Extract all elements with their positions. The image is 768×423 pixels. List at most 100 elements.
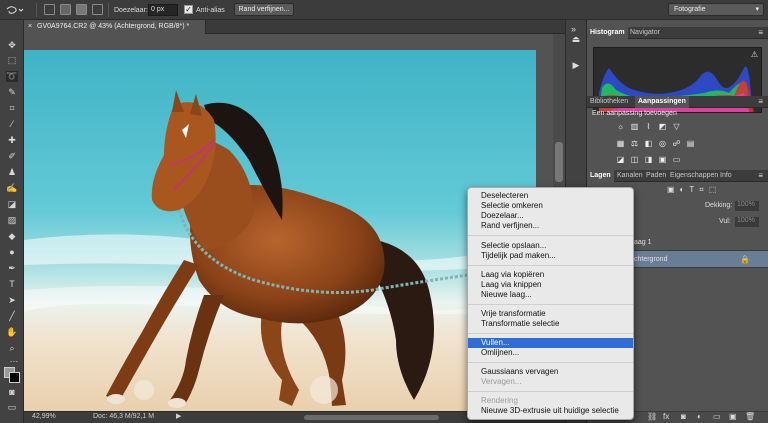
- subtract-from-selection-icon[interactable]: [76, 4, 87, 15]
- quick-mask-icon[interactable]: ◙: [6, 387, 18, 398]
- type-tool-icon[interactable]: T: [6, 279, 18, 290]
- posterize-icon[interactable]: ◫: [629, 155, 640, 165]
- blur-tool-icon[interactable]: ◆: [6, 231, 18, 242]
- menu-item-new-layer[interactable]: Nieuwe laag...: [468, 290, 633, 300]
- tab-layers[interactable]: Lagen: [587, 170, 614, 182]
- collapse-icon[interactable]: »: [571, 24, 576, 34]
- lasso-tool-icon[interactable]: ➰: [6, 71, 18, 82]
- panel-menu-icon[interactable]: ≡: [758, 96, 763, 108]
- menu-item-feather[interactable]: Doezelaar...: [468, 211, 633, 221]
- lasso-tool-preset-icon[interactable]: [5, 3, 25, 17]
- doc-size-readout: Doc: 46,3 M/92,1 M: [93, 413, 155, 420]
- tab-navigator[interactable]: Navigator: [627, 27, 663, 39]
- menu-item-layer-via-cut[interactable]: Laag via knippen: [468, 280, 633, 290]
- tab-histogram[interactable]: Histogram: [587, 27, 628, 39]
- selective-color-icon[interactable]: ▣: [657, 155, 668, 165]
- menu-item-transform-selection[interactable]: Transformatie selectie: [468, 319, 633, 329]
- document-tab[interactable]: × GV0A9764.CR2 @ 43% (Achtergrond, RGB/8…: [24, 20, 206, 34]
- menu-item-deselect[interactable]: Deselecteren: [468, 191, 633, 201]
- menu-item-new-3d-extrusion[interactable]: Nieuwe 3D-extrusie uit huidige selectie: [468, 406, 633, 416]
- tab-channels[interactable]: Kanalen: [614, 170, 646, 182]
- vibrance-icon[interactable]: ▽: [671, 122, 682, 132]
- fill-input[interactable]: 100%: [735, 217, 759, 227]
- menu-separator: [468, 362, 633, 363]
- opacity-label: Dekking:: [705, 202, 733, 209]
- quick-selection-tool-icon[interactable]: ✎: [6, 87, 18, 98]
- refine-edge-button[interactable]: Rand verfijnen...: [234, 3, 294, 16]
- warning-icon[interactable]: ⚠: [751, 50, 758, 59]
- new-group-icon[interactable]: ▭: [713, 412, 721, 421]
- invert-icon[interactable]: ◪: [615, 155, 626, 165]
- tab-properties[interactable]: Eigenschappen: [667, 170, 721, 182]
- zoom-tool-icon[interactable]: ⌕: [6, 343, 18, 354]
- marquee-tool-icon[interactable]: ⬚: [6, 55, 18, 66]
- curves-icon[interactable]: ⌇: [643, 122, 654, 132]
- healing-brush-tool-icon[interactable]: ✚: [6, 135, 18, 146]
- brush-tool-icon[interactable]: ✐: [6, 151, 18, 162]
- history-brush-tool-icon[interactable]: ✍: [6, 183, 18, 194]
- photo-filter-icon[interactable]: ◎: [657, 139, 668, 149]
- actions-panel-icon[interactable]: ▶: [570, 60, 582, 72]
- path-selection-tool-icon[interactable]: ➤: [6, 295, 18, 306]
- clone-stamp-tool-icon[interactable]: ♟: [6, 167, 18, 178]
- layer-filter-icons[interactable]: ▣◐T⌗⬚: [667, 185, 762, 195]
- color-balance-icon[interactable]: ⚖: [629, 139, 640, 149]
- trash-icon[interactable]: 🗑: [745, 412, 755, 421]
- background-color-swatch[interactable]: [9, 372, 20, 383]
- more-tools-icon[interactable]: …: [8, 354, 20, 365]
- feather-input[interactable]: 0 px: [148, 4, 178, 16]
- menu-item-layer-via-copy[interactable]: Laag via kopiëren: [468, 270, 633, 280]
- tab-adjustments[interactable]: Aanpassingen: [635, 96, 689, 108]
- gradient-tool-icon[interactable]: ▨: [6, 215, 18, 226]
- channel-mixer-icon[interactable]: ☍: [671, 139, 682, 149]
- new-selection-icon[interactable]: [44, 4, 55, 15]
- opacity-input[interactable]: 100%: [735, 201, 759, 211]
- workspace-select[interactable]: Fotografie ▾: [668, 3, 764, 16]
- tab-info[interactable]: Info: [717, 170, 735, 182]
- status-menu-arrow-icon[interactable]: ▶: [176, 412, 181, 420]
- history-panel-icon[interactable]: ⏏: [570, 34, 582, 46]
- panel-menu-icon[interactable]: ≡: [758, 27, 763, 39]
- photo-canvas[interactable]: [24, 50, 536, 411]
- color-lookup-icon[interactable]: ▤: [685, 139, 696, 149]
- link-layers-icon[interactable]: ⛓: [647, 412, 657, 421]
- dodge-tool-icon[interactable]: ●: [6, 247, 18, 258]
- levels-icon[interactable]: ▥: [629, 122, 640, 132]
- pen-tool-icon[interactable]: ✒: [6, 263, 18, 274]
- tab-libraries[interactable]: Bibliotheken: [587, 96, 631, 108]
- menu-item-refine-edge[interactable]: Rand verfijnen...: [468, 221, 633, 231]
- line-tool-icon[interactable]: ╱: [6, 311, 18, 322]
- layer-style-icon[interactable]: fx: [663, 412, 669, 421]
- eraser-tool-icon[interactable]: ◪: [6, 199, 18, 210]
- close-icon[interactable]: ×: [28, 23, 32, 30]
- threshold-icon[interactable]: ◨: [643, 155, 654, 165]
- horizontal-scroll-thumb[interactable]: [304, 415, 439, 420]
- menu-item-fill[interactable]: Vullen...: [468, 338, 633, 348]
- exposure-icon[interactable]: ◩: [657, 122, 668, 132]
- crop-tool-icon[interactable]: ⌗: [6, 103, 18, 114]
- gradient-map-icon[interactable]: ▭: [671, 155, 682, 165]
- menu-item-stroke[interactable]: Omlijnen...: [468, 348, 633, 358]
- black-white-icon[interactable]: ◧: [643, 139, 654, 149]
- menu-item-save-selection[interactable]: Selectie opslaan...: [468, 241, 633, 251]
- new-layer-icon[interactable]: ▣: [729, 412, 737, 421]
- antialias-checkbox[interactable]: ✓: [184, 5, 193, 14]
- layer-mask-icon[interactable]: ◙: [681, 412, 686, 421]
- tab-paths[interactable]: Paden: [643, 170, 669, 182]
- panel-menu-icon[interactable]: ≡: [758, 170, 763, 182]
- hand-tool-icon[interactable]: ✋: [6, 327, 18, 338]
- menu-item-make-work-path[interactable]: Tijdelijk pad maken...: [468, 251, 633, 261]
- zoom-readout[interactable]: 42,99%: [32, 413, 56, 420]
- vertical-scroll-thumb[interactable]: [555, 142, 563, 182]
- add-to-selection-icon[interactable]: [60, 4, 71, 15]
- screen-mode-icon[interactable]: ▭: [6, 402, 18, 413]
- move-tool-icon[interactable]: ✥: [6, 40, 18, 51]
- menu-item-invert-selection[interactable]: Selectie omkeren: [468, 201, 633, 211]
- adjustment-layer-icon[interactable]: ◐: [697, 412, 702, 421]
- eyedropper-tool-icon[interactable]: ⁄: [6, 119, 18, 130]
- intersect-selection-icon[interactable]: [92, 4, 103, 15]
- hue-saturation-icon[interactable]: ▦: [615, 139, 626, 149]
- menu-item-free-transform[interactable]: Vrije transformatie: [468, 309, 633, 319]
- menu-item-gaussian-blur[interactable]: Gaussiaans vervagen: [468, 367, 633, 377]
- brightness-contrast-icon[interactable]: ☼: [615, 122, 626, 132]
